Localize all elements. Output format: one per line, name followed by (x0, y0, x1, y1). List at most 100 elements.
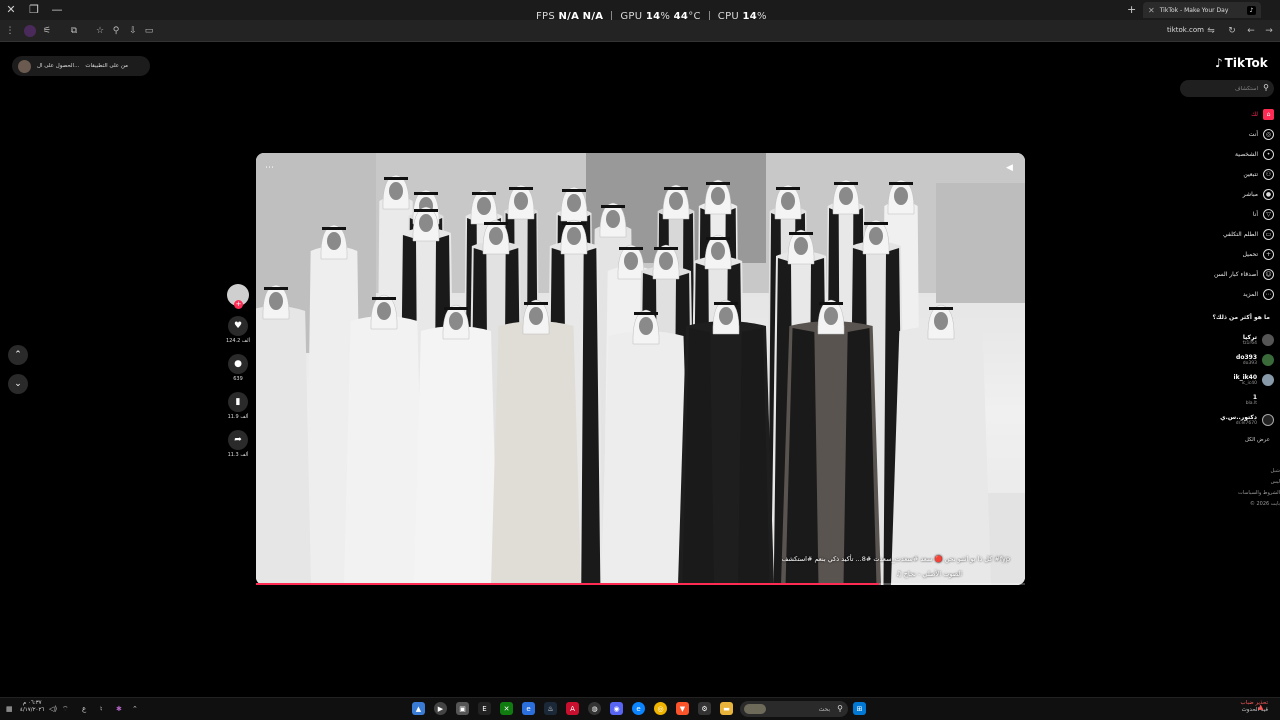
sidebar-item-more[interactable]: المزيد ⋯ (1190, 284, 1274, 304)
app-tray-icon[interactable]: ✱ (116, 705, 122, 713)
video-figure (601, 309, 691, 585)
sound-label[interactable]: ♫ الصوت الأصلي - نجاح (270, 570, 962, 578)
steam-icon[interactable]: ♨ (544, 702, 557, 715)
cast-icon[interactable]: ▭ (142, 24, 156, 38)
notification-icon[interactable]: ▦ (6, 705, 13, 713)
share-action[interactable]: ➦ 11.3 ألف (224, 430, 252, 458)
sidebar-item-inbox[interactable]: أنا ▽ (1190, 204, 1274, 224)
sidebar-item-upload[interactable]: تحميل + (1190, 244, 1274, 264)
sidebar-item-following[interactable]: تتبعين ⚇ (1190, 164, 1274, 184)
sidebar-item-friends[interactable]: أصدقاء كبار السن ☺ (1190, 264, 1274, 284)
close-window-icon[interactable]: ✕ (4, 3, 18, 16)
more-icon: ⋯ (1263, 288, 1274, 300)
language-indicator[interactable]: ع (82, 705, 86, 713)
vpn-icon[interactable]: ◍ (588, 702, 601, 715)
photos-icon[interactable]: ▲ (412, 702, 425, 715)
apps-label[interactable]: من على التطبيقات (85, 63, 128, 69)
video-player[interactable] (256, 153, 1025, 585)
upload-icon: + (1263, 248, 1274, 260)
footer-link[interactable]: شبل (1230, 466, 1280, 477)
get-app-label[interactable]: الحصول على ال... (37, 63, 79, 69)
sidebar-item-profile[interactable]: الشخصية • (1190, 144, 1274, 164)
follow-plus-icon[interactable]: + (234, 300, 243, 309)
menu-dots-icon[interactable]: ⋮ (3, 24, 17, 38)
like-action[interactable]: ♥ 124.2 ألف (224, 316, 252, 344)
video-caption: كل ذا بو اشو نحن 🔴 سعد #سعدت_سعدت #8... … (781, 555, 1010, 563)
list-item[interactable]: 1 bla.lt (1196, 390, 1274, 410)
address-bar[interactable]: tiktok.com (1167, 26, 1204, 34)
avatar (1262, 334, 1274, 346)
volume-icon[interactable]: ◀ (1006, 163, 1013, 173)
search-icon: ⚲ (837, 704, 843, 713)
next-video-button[interactable]: ⌄ (8, 374, 28, 394)
share-icon[interactable]: ➦ (228, 430, 248, 450)
site-settings-icon[interactable]: ⇋ (1204, 24, 1218, 38)
list-item[interactable]: دكتور..س.ي dr.el7670 (1196, 410, 1274, 430)
volume-icon[interactable]: ◁) (49, 705, 57, 713)
bookmark-icon[interactable]: ▮ (228, 392, 248, 412)
edge-icon[interactable]: e (632, 702, 645, 715)
profile-icon[interactable] (24, 25, 36, 37)
forward-icon[interactable]: → (1262, 24, 1276, 38)
comment-icon[interactable]: ● (228, 354, 248, 374)
puzzle-icon[interactable]: ⧉ (67, 24, 81, 38)
settings-icon[interactable]: ⚙ (698, 702, 711, 715)
star-icon[interactable]: ☆ (93, 24, 107, 38)
clock[interactable]: ٠٦:٣٧ م ٤/١٧/٢٠٢٦ (20, 700, 44, 714)
tiktok-note-icon: ♪ (1215, 56, 1223, 70)
network-icon[interactable]: ⌔ (62, 705, 69, 714)
discord-icon[interactable]: ◉ (610, 702, 623, 715)
weather-alert-icon: ▲ (1258, 703, 1264, 711)
video-progress-bar[interactable] (256, 583, 1025, 585)
sidebar-item-for-you[interactable]: لك ⌂ (1190, 104, 1274, 124)
new-tab-button[interactable]: + (1127, 3, 1136, 16)
media-player-icon[interactable]: ▶ (434, 702, 447, 715)
edge-beta-icon[interactable]: e (522, 702, 535, 715)
footer-link[interactable]: الشروط والسياسات (1230, 488, 1280, 499)
extension-icon[interactable]: ⚟ (40, 24, 54, 38)
see-all-link[interactable]: عرض الكل (1200, 437, 1270, 443)
tray-chevron-up-icon[interactable]: ⌃ (132, 705, 138, 713)
zoom-icon[interactable]: ⚲ (109, 24, 123, 38)
more-options-icon[interactable]: ⋯ (265, 163, 274, 173)
start-icon[interactable]: ⊞ (853, 702, 866, 715)
sidebar-item-live[interactable]: مباشر ● (1190, 184, 1274, 204)
back-icon[interactable]: ← (1244, 24, 1258, 38)
taskbar-search[interactable]: بحث ⚲ (740, 701, 848, 717)
list-item[interactable]: do393 do393 (1196, 350, 1274, 370)
restore-window-icon[interactable]: ❐ (27, 3, 41, 16)
video-frame-image (256, 153, 1025, 585)
avatar (1262, 394, 1274, 406)
previous-video-button[interactable]: ⌃ (8, 345, 28, 365)
terminal-icon[interactable]: ▣ (456, 702, 469, 715)
search-icon[interactable]: ⚲ (1263, 83, 1269, 92)
adobe-icon[interactable]: A (566, 702, 579, 715)
install-icon[interactable]: ⇩ (126, 24, 140, 38)
epic-games-icon[interactable]: E (478, 702, 491, 715)
sidebar-item-messages[interactable]: الطلم التكلفي ▭ (1190, 224, 1274, 244)
video-figure (491, 299, 581, 585)
app-promo-pill[interactable]: الحصول على ال... من على التطبيقات (12, 56, 150, 76)
reload-icon[interactable]: ↻ (1225, 24, 1239, 38)
bookmark-action[interactable]: ▮ 11.9 ألف (224, 392, 252, 420)
chrome-icon[interactable]: ◎ (654, 702, 667, 715)
close-tab-icon[interactable]: ✕ (1148, 6, 1155, 15)
minimize-window-icon[interactable]: — (50, 3, 64, 16)
list-item[interactable]: ik_ik40 ic_ic40 (1196, 370, 1274, 390)
xbox-icon[interactable]: ✕ (500, 702, 513, 715)
following-list: تركيا fz1r64 do393 do393 ik_ik40 ic_ic40 1b… (1196, 330, 1274, 430)
brave-icon[interactable]: ▼ (676, 702, 689, 715)
avatar (1262, 374, 1274, 386)
file-explorer-icon[interactable]: ▬ (720, 702, 733, 715)
microphone-icon[interactable]: ♮ (100, 705, 103, 713)
search-input[interactable]: استكشاف ⚲ (1180, 80, 1274, 97)
tiktok-logo[interactable]: ♪ TikTok (1215, 56, 1268, 70)
sidebar-item-explore[interactable]: أنت ◎ (1190, 124, 1274, 144)
browser-tab[interactable]: ✕ TikTok - Make Your Day ♪ (1143, 2, 1261, 18)
creator-avatar[interactable]: + (227, 284, 249, 309)
heart-icon[interactable]: ♥ (228, 316, 248, 336)
following-section-title: ما هو أكثر من ذلك؟ (1212, 314, 1271, 321)
list-item[interactable]: تركيا fz1r64 (1196, 330, 1274, 350)
comment-action[interactable]: ● 639 (224, 354, 252, 382)
footer-link[interactable]: ليس (1230, 477, 1280, 488)
